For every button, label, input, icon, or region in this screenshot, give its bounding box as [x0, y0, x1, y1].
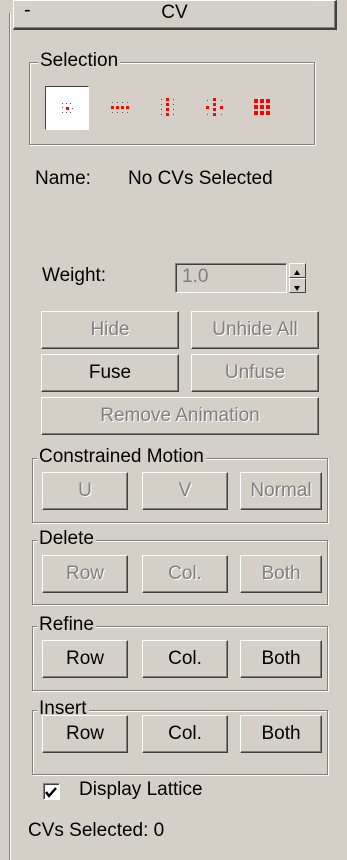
unhide-all-button[interactable]: Unhide All [191, 311, 319, 349]
spinner-up-icon[interactable] [289, 263, 306, 278]
delete-col-button[interactable]: Col. [142, 555, 228, 593]
name-label: Name: [35, 168, 91, 189]
row-cv-selection-icon[interactable] [102, 90, 138, 126]
insert-col-button[interactable]: Col. [142, 715, 228, 753]
name-value: No CVs Selected [128, 168, 273, 189]
display-lattice-checkbox[interactable] [43, 783, 60, 800]
checkmark-icon [45, 787, 57, 798]
rollout-title: CV [161, 2, 188, 23]
insert-row-button[interactable]: Row [42, 715, 128, 753]
refine-row-button[interactable]: Row [42, 640, 128, 678]
single-cv-selection-icon[interactable] [45, 86, 89, 130]
rollout-header[interactable]: - CV [13, 0, 337, 30]
weight-label: Weight: [42, 265, 107, 286]
spinner-down-icon[interactable] [289, 278, 306, 293]
row-column-cv-selection-icon[interactable] [197, 90, 233, 126]
fuse-button[interactable]: Fuse [41, 354, 179, 392]
all-cv-selection-icon[interactable] [245, 90, 281, 126]
remove-animation-button[interactable]: Remove Animation [41, 397, 319, 435]
weight-input[interactable]: 1.0 [175, 263, 287, 293]
hide-button[interactable]: Hide [41, 311, 179, 349]
cvs-selected-status: CVs Selected: 0 [28, 820, 165, 841]
insert-both-button[interactable]: Both [240, 715, 322, 753]
refine-col-button[interactable]: Col. [142, 640, 228, 678]
delete-legend: Delete [37, 528, 96, 550]
column-cv-selection-icon[interactable] [150, 90, 186, 126]
selection-legend: Selection [38, 50, 121, 72]
constrain-u-button[interactable]: U [42, 472, 128, 510]
weight-spinner[interactable] [289, 263, 306, 293]
constrained-motion-legend: Constrained Motion [37, 446, 206, 468]
delete-both-button[interactable]: Both [240, 555, 322, 593]
constrain-v-button[interactable]: V [142, 472, 228, 510]
rollout-border-highlight [10, 13, 11, 860]
refine-both-button[interactable]: Both [240, 640, 322, 678]
display-lattice-label[interactable]: Display Lattice [79, 779, 203, 801]
constrain-normal-button[interactable]: Normal [240, 472, 322, 510]
delete-row-button[interactable]: Row [42, 555, 128, 593]
refine-legend: Refine [37, 614, 96, 636]
unfuse-button[interactable]: Unfuse [191, 354, 319, 392]
